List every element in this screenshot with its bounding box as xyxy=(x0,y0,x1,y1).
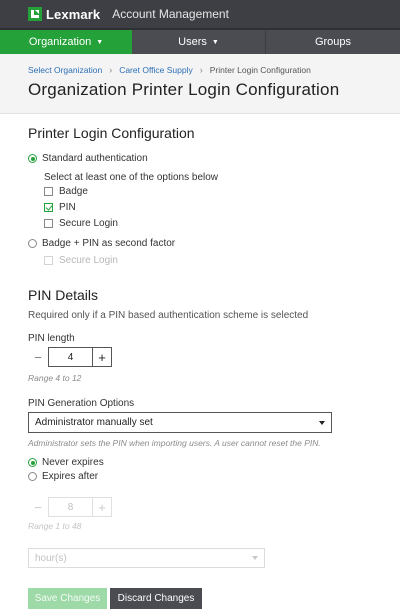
dropdown-arrow-icon xyxy=(319,420,325,425)
page-header: Select Organization › Caret Office Suppl… xyxy=(0,54,400,114)
chevron-right-icon: › xyxy=(199,65,203,75)
tab-groups-label: Groups xyxy=(314,36,352,48)
expires-after-label: Expires after xyxy=(42,471,99,482)
options-instruction: Select at least one of the options below xyxy=(44,172,219,183)
pin-generation-hint: Administrator sets the PIN when importin… xyxy=(28,438,321,448)
save-changes-button[interactable]: Save Changes xyxy=(28,588,107,609)
main-nav: Organization ▼ Users ▼ Groups xyxy=(0,28,400,54)
tab-users[interactable]: Users ▼ xyxy=(132,30,266,54)
badge-label: Badge xyxy=(59,186,88,197)
chevron-right-icon: › xyxy=(109,65,113,75)
minus-icon[interactable]: − xyxy=(28,347,48,367)
dropdown-arrow-icon xyxy=(252,556,258,560)
tab-users-label: Users xyxy=(178,36,207,48)
secure-login-checkbox[interactable]: Secure Login xyxy=(44,218,118,229)
pin-length-label: PIN length xyxy=(28,333,75,344)
second-factor-radio[interactable]: Badge + PIN as second factor xyxy=(28,238,175,249)
breadcrumb: Select Organization › Caret Office Suppl… xyxy=(28,65,311,75)
checkbox-unchecked-icon xyxy=(44,219,53,228)
lexmark-logo-icon xyxy=(28,7,42,21)
tab-groups[interactable]: Groups xyxy=(266,30,400,54)
breadcrumb-link-select-organization[interactable]: Select Organization xyxy=(28,65,102,75)
expiry-range: Range 1 to 48 xyxy=(28,521,82,531)
expiry-input: 8 xyxy=(48,497,92,517)
pin-length-range: Range 4 to 12 xyxy=(28,373,82,383)
expiry-unit-value: hour(s) xyxy=(35,552,67,564)
second-factor-secure-login-checkbox: Secure Login xyxy=(44,255,118,266)
second-factor-secure-login-label: Secure Login xyxy=(59,255,118,266)
never-expires-radio[interactable]: Never expires xyxy=(28,457,104,468)
never-expires-label: Never expires xyxy=(42,457,104,468)
pin-generation-value: Administrator manually set xyxy=(35,417,153,428)
checkbox-disabled-icon xyxy=(44,256,53,265)
minus-icon: − xyxy=(34,499,42,515)
tab-organization[interactable]: Organization ▼ xyxy=(0,30,132,54)
radio-selected-icon xyxy=(28,458,37,467)
checkbox-unchecked-icon xyxy=(44,187,53,196)
pin-generation-label: PIN Generation Options xyxy=(28,398,135,409)
radio-selected-icon xyxy=(28,154,37,163)
secure-login-label: Secure Login xyxy=(59,218,118,229)
lexmark-logo[interactable]: Lexmark xyxy=(28,7,100,22)
checkbox-checked-icon xyxy=(44,203,53,212)
pin-details-title: PIN Details xyxy=(28,287,99,303)
pin-label: PIN xyxy=(59,202,76,213)
second-factor-label: Badge + PIN as second factor xyxy=(42,238,176,249)
expiry-stepper: − 8 + xyxy=(28,497,112,517)
radio-unselected-icon xyxy=(28,472,37,481)
expires-after-radio[interactable]: Expires after xyxy=(28,471,98,482)
pin-checkbox[interactable]: PIN xyxy=(44,202,76,213)
standard-auth-radio[interactable]: Standard authentication xyxy=(28,153,148,164)
caret-down-icon: ▼ xyxy=(211,38,219,46)
breadcrumb-link-organization[interactable]: Caret Office Supply xyxy=(119,65,193,75)
badge-checkbox[interactable]: Badge xyxy=(44,186,88,197)
top-bar: Lexmark Account Management xyxy=(0,0,400,28)
discard-changes-button[interactable]: Discard Changes xyxy=(110,588,202,609)
plus-icon[interactable]: + xyxy=(92,347,112,367)
standard-auth-label: Standard authentication xyxy=(42,153,148,164)
tab-organization-label: Organization xyxy=(28,36,92,48)
pin-generation-select[interactable]: Administrator manually set xyxy=(28,412,332,433)
login-config-title: Printer Login Configuration xyxy=(28,125,195,141)
caret-down-icon: ▼ xyxy=(96,38,104,46)
pin-details-subtitle: Required only if a PIN based authenticat… xyxy=(28,310,309,321)
expiry-unit-select: hour(s) xyxy=(28,548,265,568)
breadcrumb-current: Printer Login Configuration xyxy=(209,65,311,75)
brand-name: Lexmark xyxy=(46,6,101,22)
pin-length-input[interactable]: 4 xyxy=(48,347,92,367)
radio-unselected-icon xyxy=(28,239,37,248)
page-title: Organization Printer Login Configuration xyxy=(28,80,340,99)
pin-length-stepper: − 4 + xyxy=(28,347,112,367)
app-title: Account Management xyxy=(112,7,229,21)
plus-icon: + xyxy=(92,497,112,517)
